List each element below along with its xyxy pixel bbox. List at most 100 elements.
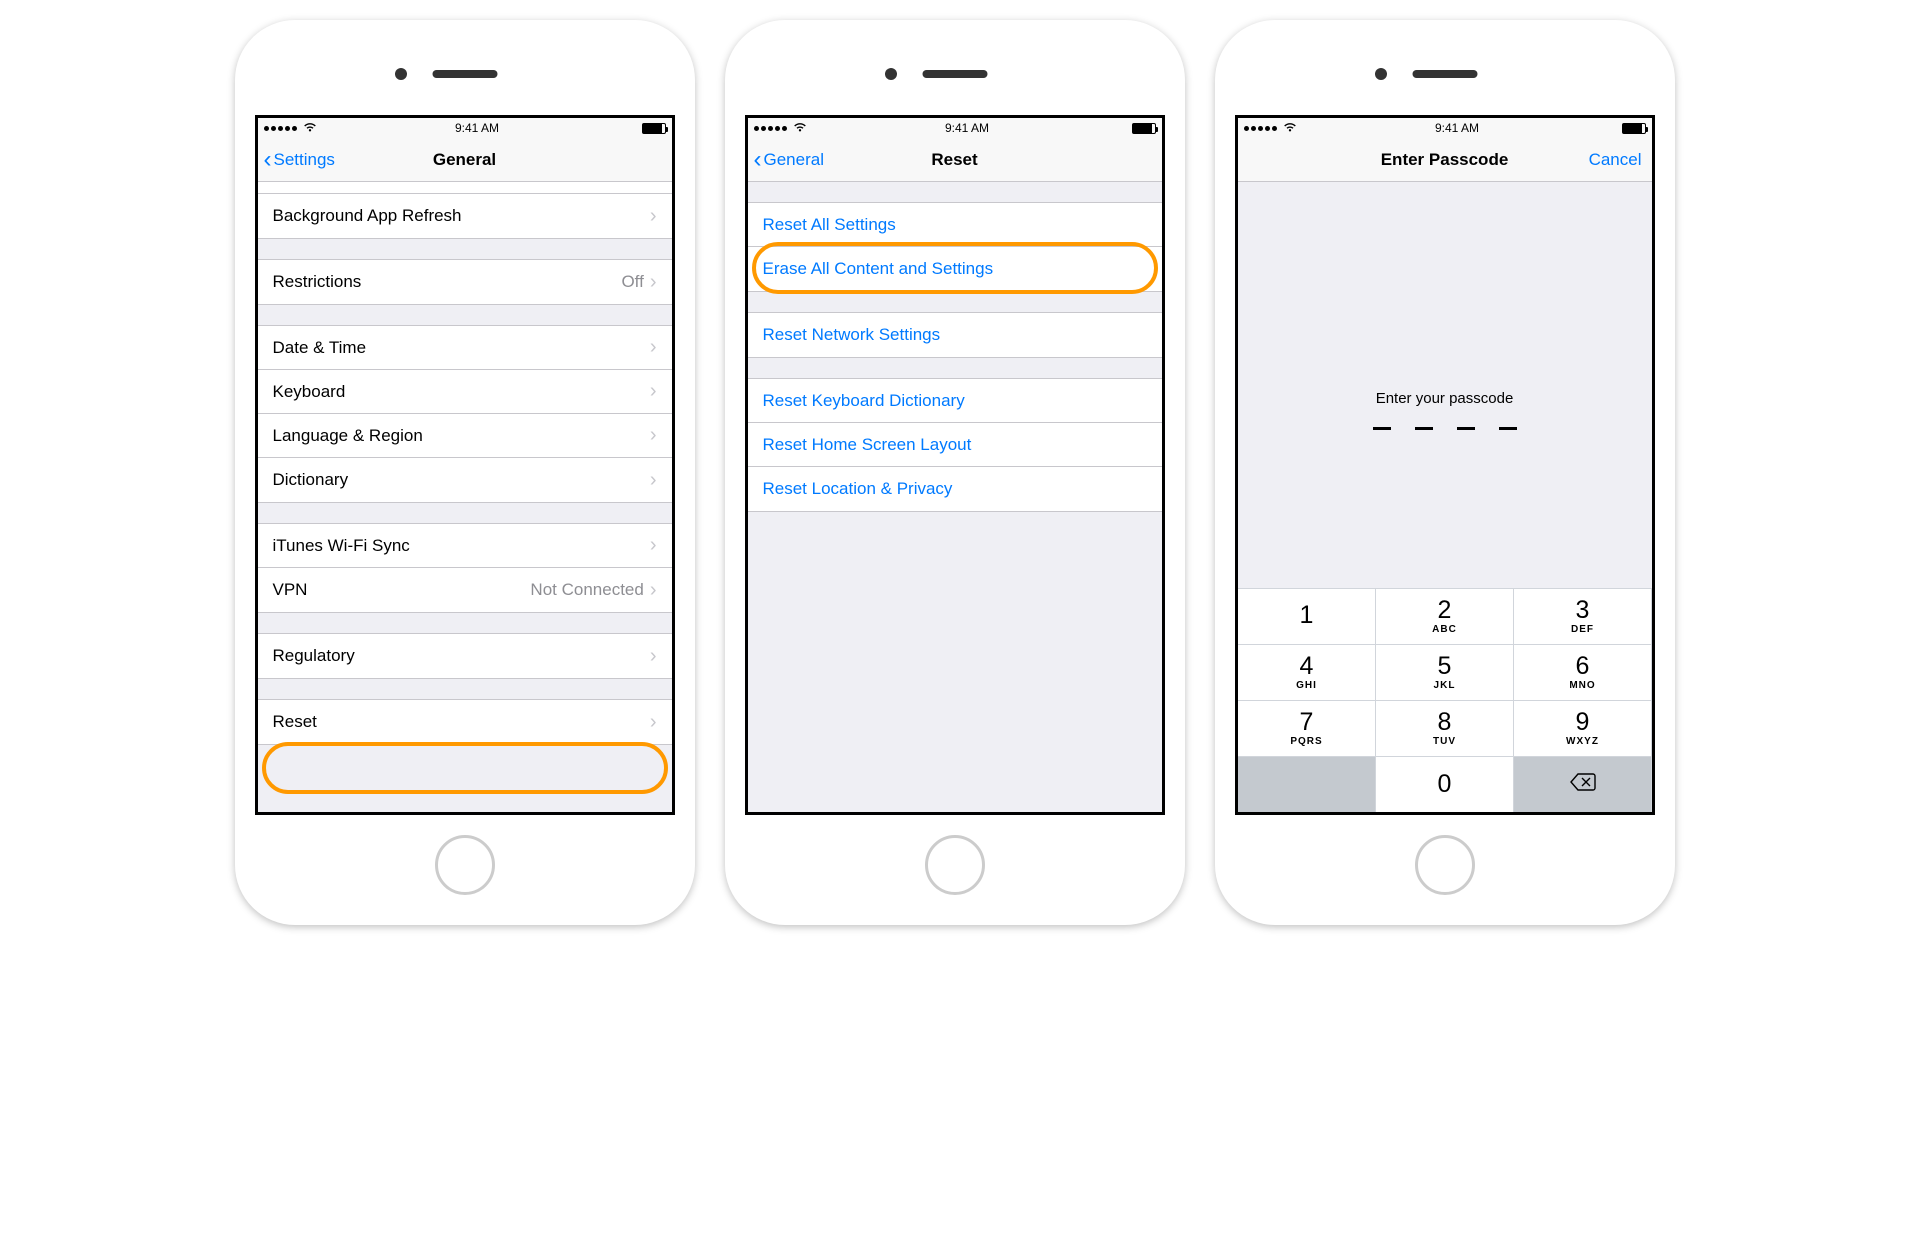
passcode-prompt-area: Enter your passcode (1238, 182, 1652, 588)
passcode-dashes (1373, 427, 1517, 430)
row-reset-location[interactable]: Reset Location & Privacy (748, 467, 1162, 511)
phone-passcode: 9:41 AM Enter Passcode Cancel Enter your… (1215, 20, 1675, 925)
wifi-icon (793, 121, 807, 135)
screen-passcode: 9:41 AM Enter Passcode Cancel Enter your… (1235, 115, 1655, 815)
reset-list: Reset All Settings Erase All Content and… (748, 182, 1162, 812)
chevron-right-icon: › (650, 424, 657, 447)
row-regulatory[interactable]: Regulatory› (258, 634, 672, 678)
home-button[interactable] (1415, 835, 1475, 895)
back-button[interactable]: ‹ General (748, 148, 824, 172)
passcode-dash (1373, 427, 1391, 430)
key-blank (1238, 757, 1375, 812)
key-1[interactable]: 1 (1238, 589, 1375, 644)
status-time: 9:41 AM (945, 121, 989, 135)
group-sync: iTunes Wi-Fi Sync› VPNNot Connected› (258, 523, 672, 613)
row-language-region[interactable]: Language & Region› (258, 414, 672, 458)
settings-list: Storage & iCloud Usage› Background App R… (258, 182, 672, 812)
status-left (754, 121, 807, 135)
key-0[interactable]: 0 (1376, 757, 1513, 812)
group-other: Reset Keyboard Dictionary Reset Home Scr… (748, 378, 1162, 512)
front-camera (885, 68, 897, 80)
row-reset[interactable]: Reset› (258, 700, 672, 744)
front-camera (395, 68, 407, 80)
row-reset-network[interactable]: Reset Network Settings (748, 313, 1162, 357)
group-restrictions: RestrictionsOff› (258, 259, 672, 305)
row-reset-keyboard[interactable]: Reset Keyboard Dictionary (748, 379, 1162, 423)
chevron-right-icon: › (650, 380, 657, 403)
speaker (922, 70, 987, 78)
chevron-right-icon: › (650, 271, 657, 294)
group-network: Reset Network Settings (748, 312, 1162, 358)
battery-icon (1622, 123, 1646, 134)
nav-bar: ‹ Settings General (258, 138, 672, 182)
chevron-right-icon: › (650, 711, 657, 734)
key-4[interactable]: 4GHI (1238, 645, 1375, 700)
key-backspace[interactable] (1514, 757, 1651, 812)
status-time: 9:41 AM (1435, 121, 1479, 135)
chevron-right-icon: › (650, 469, 657, 492)
group-top: Storage & iCloud Usage› Background App R… (258, 182, 672, 239)
highlight-reset (262, 742, 668, 794)
screen-general: 9:41 AM ‹ Settings General Storage & iCl… (255, 115, 675, 815)
status-left (1244, 121, 1297, 135)
speaker (1412, 70, 1477, 78)
key-2[interactable]: 2ABC (1376, 589, 1513, 644)
speaker (432, 70, 497, 78)
home-button[interactable] (435, 835, 495, 895)
wifi-icon (303, 121, 317, 135)
cancel-button[interactable]: Cancel (1589, 150, 1642, 170)
row-erase-all[interactable]: Erase All Content and Settings (748, 247, 1162, 291)
passcode-dash (1457, 427, 1475, 430)
row-restrictions[interactable]: RestrictionsOff› (258, 260, 672, 304)
chevron-right-icon: › (650, 645, 657, 668)
key-3[interactable]: 3DEF (1514, 589, 1651, 644)
group-locale: Date & Time› Keyboard› Language & Region… (258, 325, 672, 503)
chevron-right-icon: › (650, 579, 657, 602)
status-left (264, 121, 317, 135)
status-bar: 9:41 AM (748, 118, 1162, 138)
back-label: General (764, 150, 824, 170)
row-itunes-sync[interactable]: iTunes Wi-Fi Sync› (258, 524, 672, 568)
back-button[interactable]: ‹ Settings (258, 148, 335, 172)
front-camera (1375, 68, 1387, 80)
chevron-right-icon: › (650, 182, 657, 183)
status-bar: 9:41 AM (258, 118, 672, 138)
battery-icon (642, 123, 666, 134)
nav-bar: ‹ General Reset (748, 138, 1162, 182)
numeric-keypad: 1 2ABC 3DEF 4GHI 5JKL 6MNO 7PQRS 8TUV 9W… (1238, 588, 1652, 812)
row-storage[interactable]: Storage & iCloud Usage› (258, 182, 672, 194)
phone-reset: 9:41 AM ‹ General Reset Reset All Settin… (725, 20, 1185, 925)
key-6[interactable]: 6MNO (1514, 645, 1651, 700)
chevron-right-icon: › (650, 534, 657, 557)
key-7[interactable]: 7PQRS (1238, 701, 1375, 756)
passcode-body: Enter your passcode 1 2ABC 3DEF 4GHI 5JK… (1238, 182, 1652, 812)
nav-bar: Enter Passcode Cancel (1238, 138, 1652, 182)
passcode-dash (1415, 427, 1433, 430)
back-label: Settings (274, 150, 335, 170)
group-regulatory: Regulatory› (258, 633, 672, 679)
battery-icon (1132, 123, 1156, 134)
row-background-refresh[interactable]: Background App Refresh› (258, 194, 672, 238)
key-9[interactable]: 9WXYZ (1514, 701, 1651, 756)
row-keyboard[interactable]: Keyboard› (258, 370, 672, 414)
key-8[interactable]: 8TUV (1376, 701, 1513, 756)
row-date-time[interactable]: Date & Time› (258, 326, 672, 370)
key-5[interactable]: 5JKL (1376, 645, 1513, 700)
passcode-dash (1499, 427, 1517, 430)
row-vpn[interactable]: VPNNot Connected› (258, 568, 672, 612)
home-button[interactable] (925, 835, 985, 895)
row-dictionary[interactable]: Dictionary› (258, 458, 672, 502)
row-reset-home[interactable]: Reset Home Screen Layout (748, 423, 1162, 467)
group-reset: Reset› (258, 699, 672, 745)
status-time: 9:41 AM (455, 121, 499, 135)
chevron-left-icon: ‹ (754, 148, 762, 172)
status-bar: 9:41 AM (1238, 118, 1652, 138)
wifi-icon (1283, 121, 1297, 135)
group-all: Reset All Settings Erase All Content and… (748, 202, 1162, 292)
backspace-icon (1570, 773, 1596, 796)
passcode-prompt: Enter your passcode (1376, 390, 1514, 407)
phone-general: 9:41 AM ‹ Settings General Storage & iCl… (235, 20, 695, 925)
chevron-right-icon: › (650, 336, 657, 359)
chevron-left-icon: ‹ (264, 148, 272, 172)
row-reset-all-settings[interactable]: Reset All Settings (748, 203, 1162, 247)
